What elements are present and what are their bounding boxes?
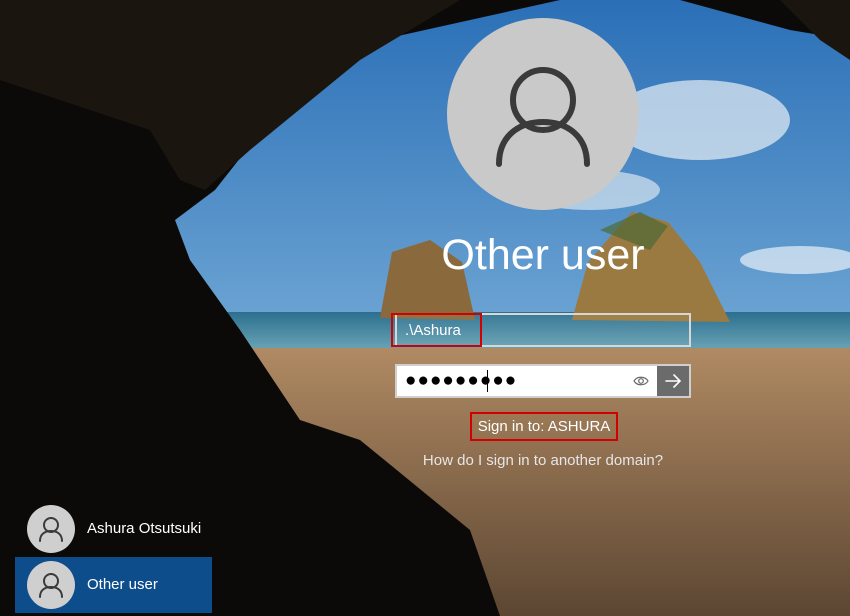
user-tile-other-user[interactable]: Other user [15,557,212,613]
domain-help-link[interactable]: How do I sign in to another domain? [395,452,691,469]
submit-button[interactable] [657,366,689,396]
reveal-password-button[interactable] [633,373,649,389]
user-tile-label: Other user [87,576,158,593]
user-avatar-icon [496,67,590,167]
user-avatar [447,18,639,210]
text-caret [487,370,488,392]
user-avatar-icon [27,505,75,553]
password-field[interactable] [395,364,691,398]
user-avatar-icon [27,561,75,609]
password-input[interactable] [397,366,637,396]
username-highlight-box [391,313,482,347]
sign-in-to-label: Sign in to: ASHURA [470,412,618,441]
arrow-right-icon [665,374,682,388]
user-tile-label: Ashura Otsutsuki [87,520,202,537]
login-title: Other user [441,231,645,279]
user-tile-ashura-otsutsuki[interactable]: Ashura Otsutsuki [15,501,212,557]
reveal-password-icon [633,376,649,386]
